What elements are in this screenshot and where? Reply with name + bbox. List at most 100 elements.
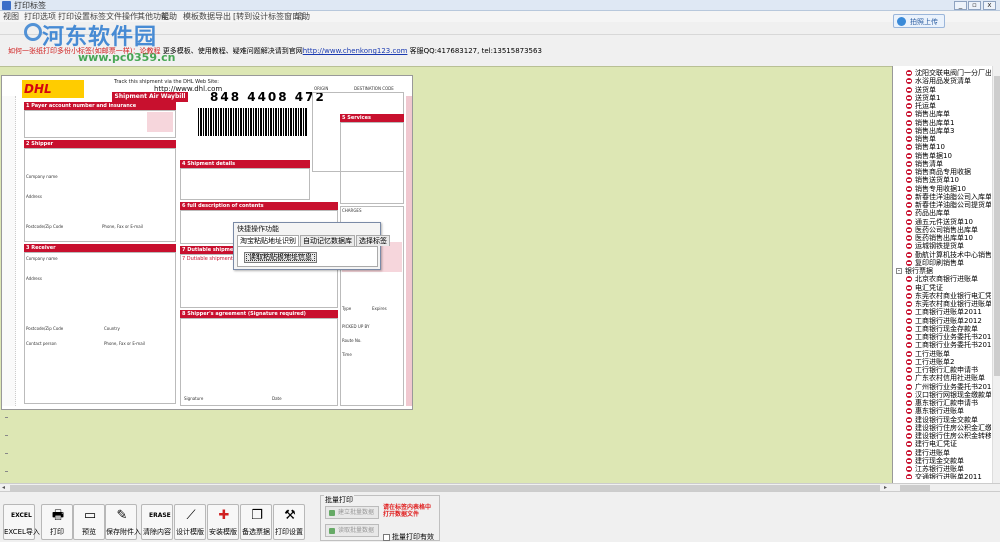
services-box[interactable] xyxy=(340,122,404,204)
tree-item[interactable]: 医药公司销售出库单 xyxy=(895,226,991,234)
tree-item[interactable]: 东莞农村商业银行进账单 xyxy=(895,300,991,308)
tree-item[interactable]: 销售清单 xyxy=(895,160,991,168)
tree-item[interactable]: 建行进账单 xyxy=(895,449,991,457)
menu-view[interactable]: 视图 xyxy=(3,11,19,22)
tree-item[interactable]: 建行现金交款单 xyxy=(895,457,991,465)
template-icon xyxy=(906,383,912,390)
shipper-phone-label: Phone, Fax or E-mail xyxy=(102,224,143,229)
tree-horizontal-scrollbar[interactable] xyxy=(892,483,1000,491)
tree-item[interactable]: 电汇凭证 xyxy=(895,284,991,292)
shipment-details-box[interactable] xyxy=(180,168,310,200)
toolbar-button-7[interactable]: ❐ 备选票据 xyxy=(240,504,272,540)
menu-help-2[interactable]: 帮助 xyxy=(294,11,310,22)
template-icon xyxy=(906,94,912,101)
tree-item-label: 医药销售出库单10 xyxy=(915,234,973,242)
tree-item[interactable]: 销售单据10 xyxy=(895,152,991,160)
tree-item[interactable]: 建行电汇凭证 xyxy=(895,440,991,448)
tree-item[interactable]: 销售专用收据10 xyxy=(895,185,991,193)
toolbar-button-1[interactable]: 🖶 打印 xyxy=(41,504,73,540)
restore-button[interactable]: ▫ xyxy=(968,1,981,10)
tree-item[interactable]: 惠东银行汇款申请书 xyxy=(895,399,991,407)
template-icon xyxy=(906,259,912,266)
label-workspace[interactable]: DHL Track this shipment via the DHL Web … xyxy=(0,66,892,483)
close-button[interactable]: x xyxy=(983,1,996,10)
shipper-address-label: Address xyxy=(26,194,42,199)
tree-item[interactable]: 销售送货单10 xyxy=(895,176,991,184)
tree-item[interactable]: 送货单1 xyxy=(895,94,991,102)
tree-item[interactable]: 工商银行业务委托书2010 xyxy=(895,333,991,341)
create-batch-button[interactable]: 建立批量数据 xyxy=(325,506,379,519)
tree-item[interactable]: 复印印刷销售单 xyxy=(895,259,991,267)
tree-item[interactable]: 北京农商银行进账单 xyxy=(895,275,991,283)
tree-item[interactable]: 建设银行现金交款单 xyxy=(895,416,991,424)
tree-vertical-scrollbar[interactable] xyxy=(992,66,1000,483)
template-icon xyxy=(906,136,912,142)
tree-item[interactable]: 交通银行进账单2011 xyxy=(895,473,991,479)
tree-item[interactable]: 勤航计算机技术中心销售收 xyxy=(895,251,991,259)
tree-item[interactable]: 销售单10 xyxy=(895,143,991,151)
tree-item[interactable]: 销售出库单 xyxy=(895,110,991,118)
tree-item-label: 勤航计算机技术中心销售收 xyxy=(915,250,991,259)
read-clipboard-button[interactable]: 读取粘贴板地址信息 xyxy=(244,252,317,263)
tree-folder[interactable]: - 银行票据 xyxy=(895,267,991,275)
tree-item[interactable]: 运城钢铁提货单 xyxy=(895,242,991,250)
tree-item[interactable]: 工商银行进账单2012 xyxy=(895,317,991,325)
tree-item[interactable]: 广东农村信用社进账单 xyxy=(895,374,991,382)
tree-item[interactable]: 销售出库单1 xyxy=(895,119,991,127)
minimize-button[interactable]: _ xyxy=(954,1,967,10)
website-link[interactable]: http://www.chenkong123.com xyxy=(303,47,408,55)
tree-item[interactable]: 销售出库单3 xyxy=(895,127,991,135)
menu-design-window[interactable]: [转到设计标签窗口] xyxy=(233,11,303,22)
tab-auto-memory[interactable]: 自动记忆数据库 xyxy=(300,235,355,246)
toolbar-button-2[interactable]: ▭ 预览 xyxy=(73,504,105,540)
read-batch-button[interactable]: 读取批量数据 xyxy=(325,524,379,537)
template-tree[interactable]: 沈阳交联电阀门一分厂出库 水浴用品发货清单 送货单 送货单1 托运单 销售出库单 销售出库单… xyxy=(895,69,991,479)
tree-item[interactable]: 水浴用品发货清单 xyxy=(895,77,991,85)
tutorial-link[interactable]: 如何一张纸打印多份小标签(如邮票一样)：论教程 xyxy=(8,47,160,55)
tree-item[interactable]: 沈阳交联电阀门一分厂出库 xyxy=(895,69,991,77)
tree-item[interactable]: 建设银行住房公积金转移通 xyxy=(895,432,991,440)
tree-scroll-thumb[interactable] xyxy=(994,76,1000,376)
tree-item[interactable]: 药品出库单 xyxy=(895,209,991,217)
tree-item[interactable]: 东莞农村商业银行电汇凭证 xyxy=(895,292,991,300)
toolbar-button-label: 打印设置 xyxy=(275,528,303,536)
tree-item[interactable]: 医药销售出库单10 xyxy=(895,234,991,242)
toolbar-button-4[interactable]: ERASE 清除内容 xyxy=(141,504,173,540)
tree-item[interactable]: 通五元件送货单10 xyxy=(895,218,991,226)
tree-item[interactable]: 工行进账单2 xyxy=(895,358,991,366)
tree-item[interactable]: 汉口银行网银现金缴款单 xyxy=(895,391,991,399)
toolbar-button-8[interactable]: ⚒ 打印设置 xyxy=(273,504,305,540)
tree-item[interactable]: 建设银行住房公积金汇缴书 xyxy=(895,424,991,432)
barcode xyxy=(198,108,308,136)
tree-item-label: 沈阳交联电阀门一分厂出库 xyxy=(915,69,991,77)
tree-item[interactable]: 工商银行现金存款单 xyxy=(895,325,991,333)
tree-item[interactable]: 新春佳洋油脂公司提货单 xyxy=(895,201,991,209)
agreement-box[interactable] xyxy=(180,318,338,406)
tab-select-label[interactable]: 选择标签 xyxy=(356,235,390,246)
tree-item[interactable]: 工商银行进账单2011 xyxy=(895,308,991,316)
tree-item[interactable]: 新春佳洋油脂公司入库单 xyxy=(895,193,991,201)
tree-item[interactable]: 广州银行业务委托书2011 xyxy=(895,383,991,391)
toolbar-button-3[interactable]: ✎ 保存附件入 xyxy=(105,504,141,540)
workspace-horizontal-scrollbar[interactable]: ◂ ▸ xyxy=(0,483,892,491)
tree-item[interactable]: 销售商品专用收据 xyxy=(895,168,991,176)
tree-item[interactable]: 江苏银行进账单 xyxy=(895,465,991,473)
tab-taobao-address[interactable]: 淘宝粘贴地址识别 xyxy=(237,235,299,246)
upload-button[interactable]: 拍照上传 xyxy=(893,14,945,28)
tree-item[interactable]: 销售单 xyxy=(895,135,991,143)
tree-item[interactable]: 工商银行业务委托书2011 xyxy=(895,341,991,349)
toolbar-button-0[interactable]: EXCEL EXCEL导入 xyxy=(3,504,40,540)
tree-item-label: 复印印刷销售单 xyxy=(915,258,964,267)
expand-icon[interactable]: - xyxy=(896,268,902,274)
receiver-contact-label: Contact person xyxy=(26,341,57,346)
toolbar-button-6[interactable]: ✚ 安装模版 xyxy=(207,504,239,540)
tree-item[interactable]: 惠东银行进账单 xyxy=(895,407,991,415)
quick-actions-popup[interactable]: 快捷操作功能 淘宝粘贴地址识别 自动记忆数据库 选择标签 读取粘贴板地址信息 xyxy=(233,222,390,270)
tree-item[interactable]: 工行银行汇款申请书 xyxy=(895,366,991,374)
checkbox-icon[interactable] xyxy=(383,533,390,541)
tree-item[interactable]: 送货单 xyxy=(895,86,991,94)
window-title: 打印标签 xyxy=(14,1,46,10)
tree-item[interactable]: 工行进账单 xyxy=(895,350,991,358)
tree-item[interactable]: 托运单 xyxy=(895,102,991,110)
toolbar-button-5[interactable]: ⟋ 设计模版 xyxy=(174,504,206,540)
